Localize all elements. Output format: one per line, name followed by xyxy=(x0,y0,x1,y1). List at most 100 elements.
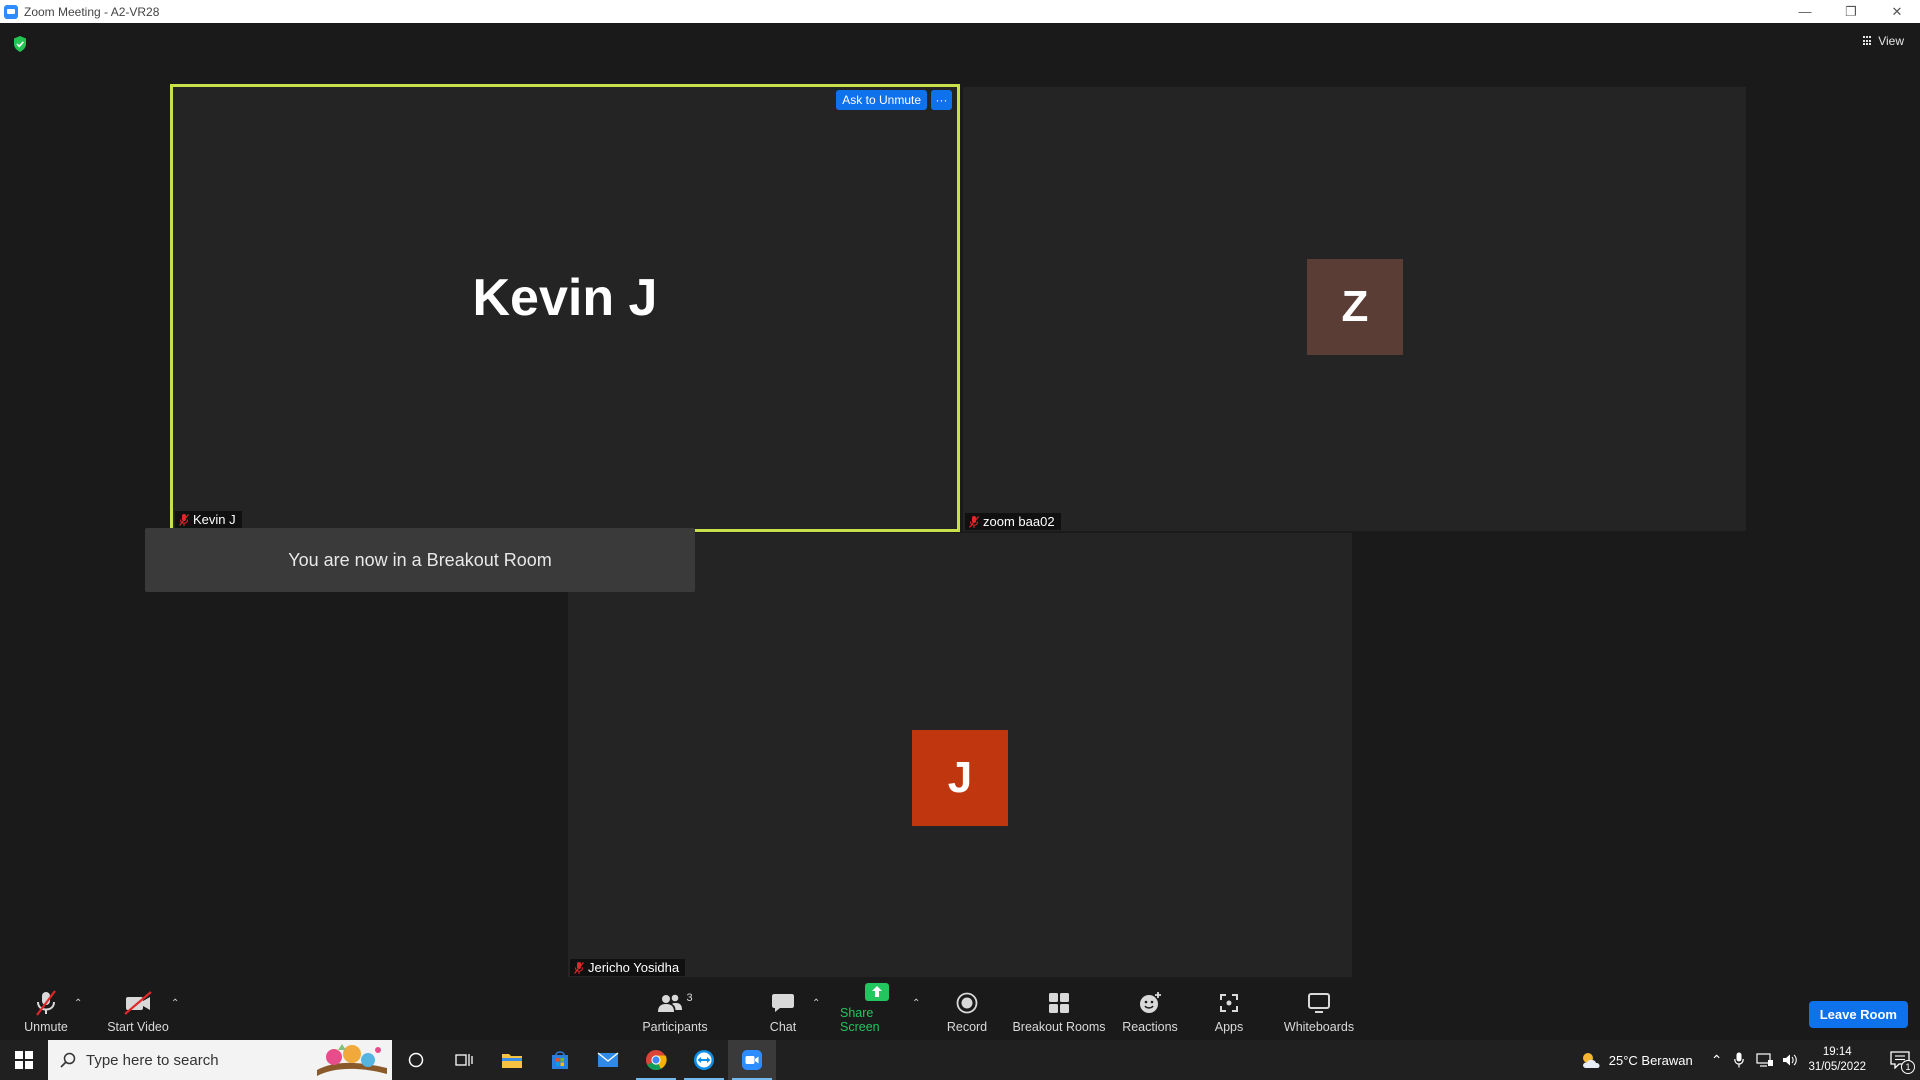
record-label: Record xyxy=(946,1020,988,1034)
video-tile-kevin[interactable]: Kevin J Ask to Unmute ··· Kevin J xyxy=(170,84,960,532)
teamviewer-button[interactable] xyxy=(680,1040,728,1080)
chat-label: Chat xyxy=(769,1020,797,1034)
chat-options-caret-icon[interactable]: ⌃ xyxy=(812,998,820,1009)
close-button[interactable]: ✕ xyxy=(1874,0,1920,23)
restore-button[interactable]: ❐ xyxy=(1828,0,1874,23)
mic-muted-icon xyxy=(969,515,979,528)
chrome-browser-icon xyxy=(646,1050,667,1071)
chat-bubble-icon xyxy=(772,994,794,1012)
notification-count-badge: 1 xyxy=(1901,1060,1915,1074)
search-highlight-art-icon xyxy=(317,1044,387,1076)
mic-muted-icon xyxy=(179,513,189,526)
chrome-button[interactable] xyxy=(632,1040,680,1080)
task-view-icon xyxy=(455,1054,473,1066)
unmute-label: Unmute xyxy=(24,1020,68,1034)
whiteboards-button[interactable]: Whiteboards xyxy=(1280,980,1358,1040)
share-screen-label: Share Screen xyxy=(840,1006,880,1034)
whiteboards-label: Whiteboards xyxy=(1283,1020,1355,1034)
participants-label: Participants xyxy=(642,1020,708,1034)
mail-button[interactable] xyxy=(584,1040,632,1080)
name-tag: Jericho Yosidha xyxy=(570,959,686,976)
reactions-emoji-icon xyxy=(1140,992,1161,1013)
start-video-button[interactable]: Start Video xyxy=(106,980,170,1040)
microphone-tray-icon[interactable] xyxy=(1734,1052,1745,1068)
more-options-button[interactable]: ··· xyxy=(931,90,952,110)
ask-to-unmute-button[interactable]: Ask to Unmute xyxy=(836,90,927,110)
minimize-button[interactable]: — xyxy=(1782,0,1828,23)
breakout-rooms-icon xyxy=(1049,993,1069,1013)
taskbar-clock[interactable]: 19:14 31/05/2022 xyxy=(1808,1045,1866,1075)
view-button[interactable]: View xyxy=(1863,34,1904,48)
window-titlebar: Zoom Meeting - A2-VR28 — ❐ ✕ xyxy=(0,0,1920,23)
weather-text[interactable]: 25°C Berawan xyxy=(1609,1053,1693,1068)
name-tag: zoom baa02 xyxy=(965,513,1061,530)
breakout-room-toast: You are now in a Breakout Room xyxy=(145,528,695,592)
file-explorer-folder-icon xyxy=(502,1054,522,1068)
record-button[interactable]: Record xyxy=(942,980,992,1040)
cortana-button[interactable] xyxy=(392,1040,440,1080)
share-screen-button[interactable]: Share Screen xyxy=(840,980,914,1040)
cortana-circle-icon xyxy=(408,1052,424,1068)
taskbar-search-box[interactable]: Type here to search xyxy=(48,1040,392,1080)
leave-room-button[interactable]: Leave Room xyxy=(1808,1001,1908,1028)
meeting-area: View Kevin J Ask to Unmute ··· Kevin J Z xyxy=(0,23,1920,980)
breakout-rooms-button[interactable]: Breakout Rooms xyxy=(1012,980,1106,1040)
video-options-caret-icon[interactable]: ⌃ xyxy=(171,998,179,1009)
microsoft-store-button[interactable] xyxy=(536,1040,584,1080)
zoom-camera-icon xyxy=(742,1050,762,1070)
name-tag-label: Kevin J xyxy=(193,512,236,527)
video-camera-off-icon xyxy=(124,991,152,1015)
unmute-button[interactable]: Unmute xyxy=(18,980,74,1040)
network-icon[interactable] xyxy=(1756,1053,1774,1067)
view-label: View xyxy=(1878,34,1904,48)
apps-label: Apps xyxy=(1214,1020,1244,1034)
action-center-button[interactable]: 1 xyxy=(1880,1040,1920,1080)
window-title: Zoom Meeting - A2-VR28 xyxy=(24,4,160,19)
participants-count: 3 xyxy=(686,992,693,1004)
breakout-rooms-label: Breakout Rooms xyxy=(1012,1020,1106,1034)
reactions-button[interactable]: Reactions xyxy=(1120,980,1180,1040)
start-video-label: Start Video xyxy=(107,1020,169,1034)
teamviewer-icon xyxy=(694,1050,714,1070)
meeting-toolbar: Unmute ⌃ Start Video ⌃ 3 Participants Ch… xyxy=(0,980,1920,1040)
apps-icon xyxy=(1220,994,1238,1012)
participant-display-name: Kevin J xyxy=(472,269,658,327)
system-tray: 25°C Berawan ⌃ 19:14 31/05/2022 1 xyxy=(1579,1040,1920,1080)
video-tile-jericho[interactable]: J Jericho Yosidha xyxy=(568,533,1352,977)
zoom-taskbar-button[interactable] xyxy=(728,1040,776,1080)
share-screen-icon xyxy=(865,982,889,1001)
share-options-caret-icon[interactable]: ⌃ xyxy=(912,998,920,1009)
name-tag-label: zoom baa02 xyxy=(983,514,1055,529)
reactions-label: Reactions xyxy=(1122,1020,1178,1034)
participants-button[interactable]: 3 Participants xyxy=(640,980,710,1040)
audio-options-caret-icon[interactable]: ⌃ xyxy=(74,998,82,1009)
windows-logo-icon xyxy=(15,1051,33,1069)
clock-date: 31/05/2022 xyxy=(1808,1061,1866,1073)
name-tag-label: Jericho Yosidha xyxy=(588,960,680,975)
weather-partly-cloudy-icon[interactable] xyxy=(1579,1050,1603,1070)
zoom-app-icon xyxy=(4,4,18,19)
search-icon xyxy=(60,1052,76,1068)
store-bag-icon xyxy=(552,1051,568,1069)
name-tag: Kevin J xyxy=(175,511,242,528)
start-button[interactable] xyxy=(0,1040,48,1080)
avatar: J xyxy=(912,730,1008,826)
window-controls: — ❐ ✕ xyxy=(1782,0,1920,23)
mail-envelope-icon xyxy=(597,1052,619,1067)
chat-button[interactable]: Chat xyxy=(758,980,808,1040)
task-view-button[interactable] xyxy=(440,1040,488,1080)
microphone-muted-icon xyxy=(36,990,56,1016)
grid-view-icon xyxy=(1863,36,1873,46)
volume-speaker-icon[interactable] xyxy=(1782,1053,1798,1067)
windows-taskbar: Type here to search 25°C Berawan ⌃ 19:14… xyxy=(0,1040,1920,1080)
show-hidden-icons-chevron-icon[interactable]: ⌃ xyxy=(1711,1052,1723,1069)
search-placeholder: Type here to search xyxy=(86,1051,219,1069)
participants-icon xyxy=(658,994,683,1012)
mic-muted-icon xyxy=(574,961,584,974)
whiteboard-icon xyxy=(1308,993,1330,1013)
video-tile-zoom-baa02[interactable]: Z zoom baa02 xyxy=(963,87,1746,531)
apps-button[interactable]: Apps xyxy=(1208,980,1250,1040)
avatar: Z xyxy=(1307,259,1403,355)
file-explorer-button[interactable] xyxy=(488,1040,536,1080)
security-shield-icon[interactable] xyxy=(13,36,27,52)
